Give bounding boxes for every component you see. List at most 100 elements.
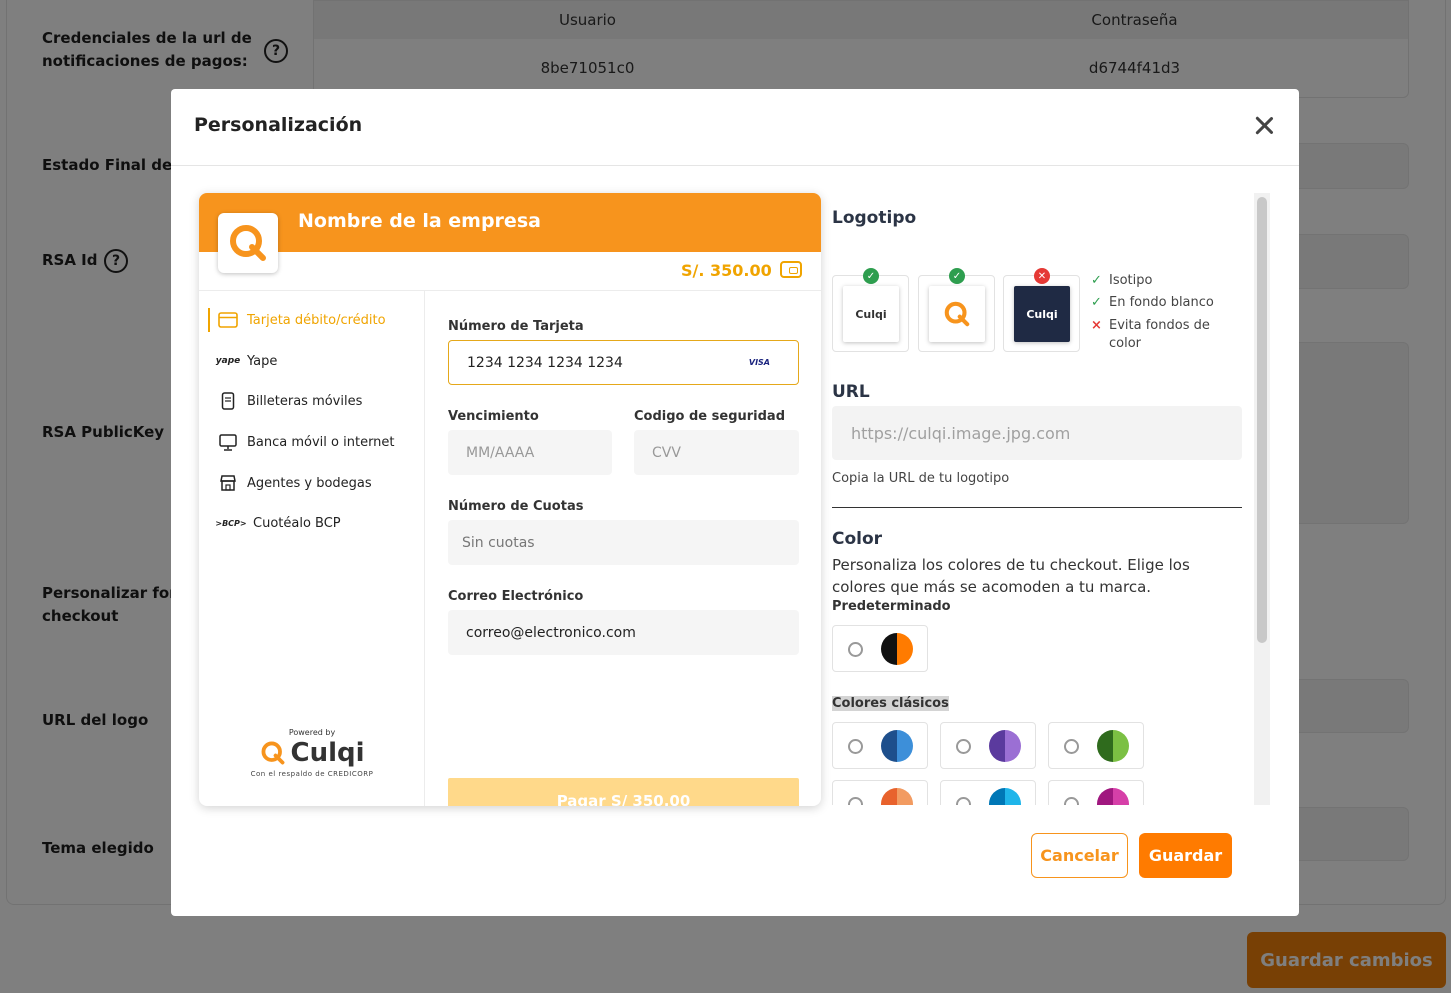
rule-text: Isotipo bbox=[1109, 273, 1153, 288]
rule-text: Evita fondos de color bbox=[1109, 318, 1210, 351]
menu-item-label: Agentes y bodegas bbox=[247, 475, 372, 491]
close-icon[interactable] bbox=[1251, 113, 1277, 139]
customization-panel: Logotipo ✓ Culqi ✓ ✕ Culqi ✓ Isotipo ✓ E… bbox=[832, 193, 1252, 805]
menu-item-label: Billeteras móviles bbox=[247, 393, 363, 409]
radio-button[interactable] bbox=[956, 797, 971, 805]
menu-item-banca[interactable]: Banca móvil o internet bbox=[217, 430, 395, 454]
culqi-dark-logo: Culqi bbox=[1014, 286, 1070, 342]
email-label: Correo Electrónico bbox=[448, 589, 584, 604]
cvv-input[interactable]: CVV bbox=[634, 430, 799, 475]
color-swatch-orange[interactable] bbox=[832, 780, 928, 805]
installments-label: Número de Cuotas bbox=[448, 499, 584, 514]
scrollbar-thumb[interactable] bbox=[1257, 197, 1267, 643]
expiry-label: Vencimiento bbox=[448, 409, 539, 424]
rule-item: ✓ Isotipo bbox=[1091, 272, 1229, 290]
color-swatch-green[interactable] bbox=[1048, 722, 1144, 769]
culqi-wordmark-logo: Culqi bbox=[843, 286, 899, 342]
menu-item-label: Tarjeta débito/crédito bbox=[247, 312, 386, 328]
wallet-app-icon bbox=[217, 391, 239, 411]
color-circle bbox=[1097, 730, 1129, 762]
check-icon: ✓ bbox=[949, 268, 965, 284]
menu-item-label: Cuotéalo BCP bbox=[253, 515, 341, 531]
color-circle bbox=[989, 788, 1021, 805]
menu-item-tarjeta[interactable]: Tarjeta débito/crédito bbox=[217, 308, 386, 332]
color-swatch-magenta[interactable] bbox=[1048, 780, 1144, 805]
color-swatch-purple[interactable] bbox=[940, 722, 1036, 769]
section-divider bbox=[832, 507, 1242, 508]
url-heading: URL bbox=[832, 382, 870, 402]
modal-divider bbox=[171, 165, 1299, 166]
color-swatch-default[interactable] bbox=[832, 625, 928, 672]
visa-icon: VISA bbox=[748, 358, 770, 367]
save-button[interactable]: Guardar bbox=[1139, 833, 1232, 878]
logo-sample-text: Culqi bbox=[855, 307, 887, 321]
rule-item: × Evita fondos de color bbox=[1091, 317, 1229, 353]
radio-button[interactable] bbox=[848, 797, 863, 805]
monitor-icon bbox=[217, 432, 239, 452]
checkout-vertical-divider bbox=[424, 291, 425, 806]
email-input[interactable]: correo@electronico.com bbox=[448, 610, 799, 655]
active-menu-indicator bbox=[208, 308, 210, 332]
logo-url-input[interactable]: https://culqi.image.jpg.com bbox=[832, 406, 1242, 460]
color-half-left bbox=[881, 633, 897, 665]
modal-title: Personalización bbox=[194, 114, 363, 136]
menu-item-label: Banca móvil o internet bbox=[247, 434, 395, 450]
classic-colors-heading: Colores clásicos bbox=[832, 696, 949, 711]
color-description: Personaliza los colores de tu checkout. … bbox=[832, 556, 1190, 596]
color-swatch-cyan[interactable] bbox=[940, 780, 1036, 805]
error-icon: ✕ bbox=[1034, 268, 1050, 284]
company-logo bbox=[218, 213, 278, 273]
url-hint: Copia la URL de tu logotipo bbox=[832, 471, 1010, 486]
menu-item-billeteras[interactable]: Billeteras móviles bbox=[217, 389, 362, 413]
yape-icon: yape bbox=[215, 356, 241, 366]
color-circle bbox=[881, 788, 913, 805]
check-icon: ✓ bbox=[1091, 273, 1102, 288]
radio-button[interactable] bbox=[1064, 797, 1079, 805]
wallet-icon bbox=[780, 261, 802, 278]
culqi-logo-icon bbox=[262, 741, 285, 765]
checkout-amount: S/. 350.00 bbox=[681, 261, 772, 280]
card-number-value: 1234 1234 1234 1234 bbox=[467, 354, 623, 371]
store-icon bbox=[217, 473, 239, 493]
personalization-modal: Personalización Nombre de la empresa S/.… bbox=[171, 89, 1299, 916]
panel-scrollbar[interactable] bbox=[1254, 193, 1270, 805]
menu-item-cuotealo[interactable]: >BCP> Cuotéalo BCP bbox=[215, 511, 341, 535]
check-icon: ✓ bbox=[863, 268, 879, 284]
logo-heading: Logotipo bbox=[832, 208, 917, 228]
close-icon: × bbox=[1091, 318, 1102, 333]
card-icon bbox=[217, 310, 239, 330]
pay-button[interactable]: Pagar S/ 350.00 bbox=[448, 778, 799, 806]
check-icon: ✓ bbox=[1091, 295, 1102, 310]
checkout-divider bbox=[199, 290, 821, 291]
logo-sample-ok: ✓ Culqi bbox=[832, 268, 909, 352]
checkout-header: Nombre de la empresa bbox=[199, 193, 821, 252]
culqi-logo-icon bbox=[230, 225, 266, 261]
culqi-isotype-logo bbox=[929, 286, 985, 342]
culqi-brand-text: Culqi bbox=[290, 738, 365, 768]
radio-button[interactable] bbox=[848, 739, 863, 754]
rule-item: ✓ En fondo blanco bbox=[1091, 294, 1229, 312]
radio-button[interactable] bbox=[1064, 739, 1079, 754]
cancel-button[interactable]: Cancelar bbox=[1031, 833, 1128, 878]
menu-item-yape[interactable]: yape Yape bbox=[215, 349, 278, 373]
checkout-preview: Nombre de la empresa S/. 350.00 Tarjeta … bbox=[199, 193, 821, 806]
culqi-brand: Culqi bbox=[242, 738, 382, 768]
powered-by-text: Powered by bbox=[288, 728, 336, 737]
logo-sample-bad: ✕ Culqi bbox=[1003, 268, 1080, 352]
color-swatch-blue[interactable] bbox=[832, 722, 928, 769]
color-heading: Color bbox=[832, 529, 883, 549]
color-circle bbox=[1097, 788, 1129, 805]
radio-button[interactable] bbox=[848, 642, 863, 657]
expiry-input[interactable]: MM/AAAA bbox=[448, 430, 612, 475]
color-circle bbox=[881, 730, 913, 762]
menu-item-agentes[interactable]: Agentes y bodegas bbox=[217, 471, 372, 495]
rule-text: En fondo blanco bbox=[1109, 295, 1214, 310]
logo-sample-ok: ✓ bbox=[918, 268, 995, 352]
bcp-icon: >BCP> bbox=[215, 518, 247, 528]
radio-button[interactable] bbox=[956, 739, 971, 754]
card-number-input[interactable]: 1234 1234 1234 1234 VISA bbox=[448, 340, 799, 385]
culqi-logo-icon bbox=[944, 301, 970, 327]
installments-select[interactable]: Sin cuotas bbox=[448, 520, 799, 565]
color-circle bbox=[881, 633, 913, 665]
color-half-right bbox=[897, 633, 913, 665]
